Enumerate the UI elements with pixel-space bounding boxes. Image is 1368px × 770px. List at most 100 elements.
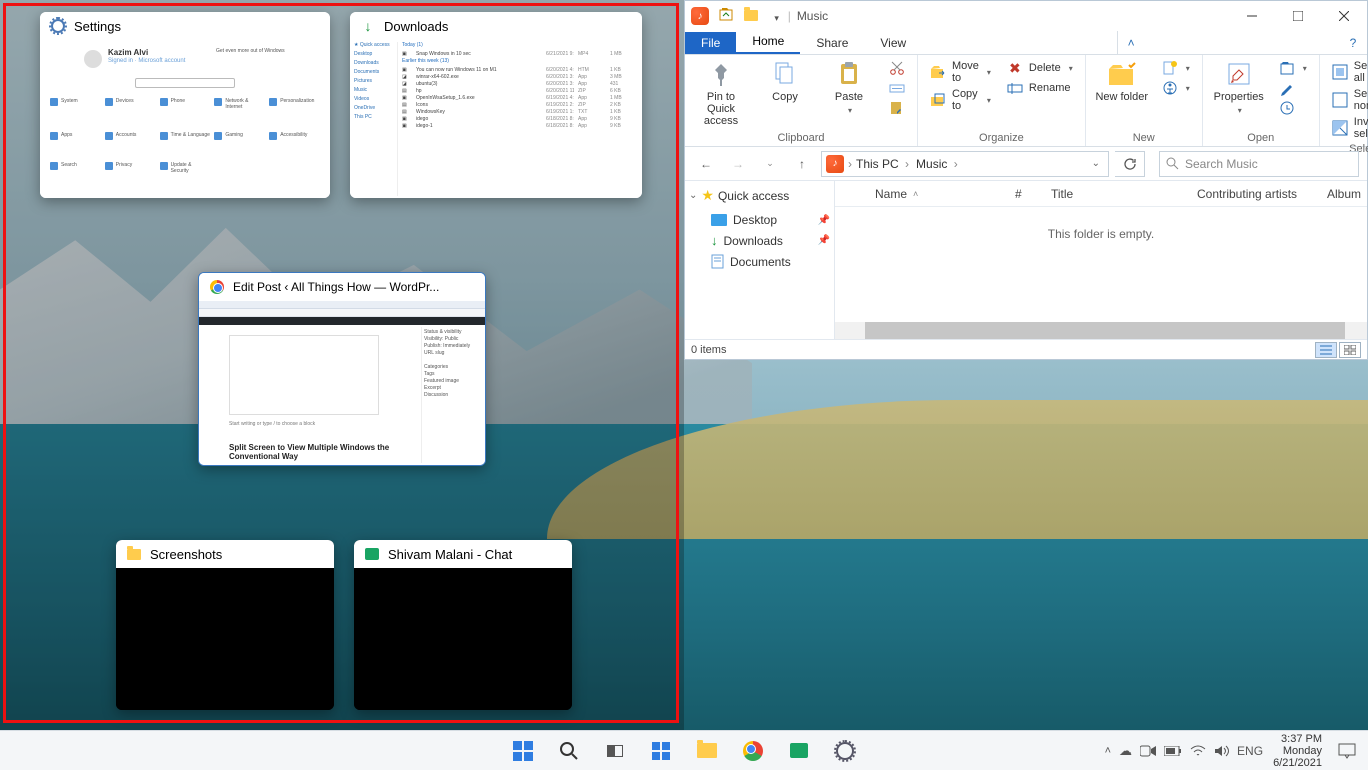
chrome-article-title: Split Screen to View Multiple Windows th… — [229, 443, 399, 461]
taskbar-clock[interactable]: 3:37 PM Monday 6/21/2021 — [1273, 733, 1322, 769]
rename-button[interactable]: Rename — [1003, 79, 1077, 97]
tree-item-downloads[interactable]: ↓Downloads📌 — [689, 230, 830, 251]
move-to-icon — [930, 64, 946, 80]
copy-path-icon — [889, 80, 905, 96]
nav-tree[interactable]: ⌄ ★ Quick access Desktop📌 ↓Downloads📌 Do… — [685, 181, 835, 339]
taskbar-chat[interactable] — [779, 731, 819, 770]
chat-icon — [364, 546, 380, 562]
col-album[interactable]: Album — [1317, 187, 1367, 201]
properties-button[interactable]: Properties▾ — [1211, 59, 1267, 117]
folder-icon — [126, 546, 142, 562]
tree-quick-access[interactable]: ⌄ ★ Quick access — [689, 187, 830, 204]
col-number[interactable]: # — [1005, 187, 1041, 201]
pin-icon — [706, 59, 736, 89]
action-center-button[interactable] — [1332, 743, 1362, 759]
refresh-button[interactable] — [1115, 151, 1145, 177]
select-none-button[interactable]: Select none — [1328, 87, 1368, 113]
onedrive-icon[interactable]: ☁ — [1119, 743, 1132, 759]
wifi-icon[interactable] — [1190, 745, 1206, 757]
history-button[interactable] — [1275, 99, 1311, 117]
maximize-button[interactable] — [1275, 1, 1321, 31]
tray-overflow-icon[interactable]: ˄ — [1105, 745, 1111, 757]
easy-access-button[interactable]: ▾ — [1158, 79, 1194, 97]
close-button[interactable] — [1321, 1, 1367, 31]
column-headers[interactable]: Name ˄ # Title Contributing artists Album — [835, 181, 1367, 207]
tab-home[interactable]: Home — [736, 30, 800, 54]
paste-button[interactable]: Paste▾ — [821, 59, 877, 117]
sort-asc-icon: ˄ — [913, 189, 918, 199]
battery-icon[interactable] — [1164, 746, 1182, 756]
snap-window-downloads[interactable]: ↓ Downloads ★ Quick accessDesktopDownloa… — [350, 12, 642, 198]
gear-icon — [836, 742, 854, 760]
tab-share[interactable]: Share — [800, 32, 864, 54]
snap-window-settings[interactable]: Settings Kazim Alvi Signed in · Microsof… — [40, 12, 330, 198]
volume-icon[interactable] — [1214, 744, 1229, 758]
qat-new-folder-button[interactable] — [740, 4, 762, 26]
snap-assist-overlay: Settings Kazim Alvi Signed in · Microsof… — [0, 0, 684, 730]
minimize-button[interactable] — [1229, 1, 1275, 31]
invert-selection-button[interactable]: Invert selection — [1328, 115, 1368, 141]
snap-window-screenshots[interactable]: Screenshots — [116, 540, 334, 710]
documents-icon — [711, 254, 724, 269]
start-button[interactable] — [503, 731, 543, 770]
qat-properties-button[interactable] — [715, 3, 737, 25]
snap-window-title: Shivam Malani - Chat — [388, 547, 512, 562]
col-title[interactable]: Title — [1041, 187, 1187, 201]
meet-now-icon[interactable] — [1140, 745, 1156, 757]
copy-to-button[interactable]: Copy to▾ — [926, 87, 995, 113]
snap-window-title: Edit Post ‹ All Things How — WordPr... — [233, 280, 439, 294]
cut-button[interactable] — [885, 59, 909, 77]
edit-button[interactable] — [1275, 79, 1311, 97]
move-to-button[interactable]: Move to▾ — [926, 59, 995, 85]
nav-recent-button[interactable]: ⌄ — [757, 151, 783, 177]
col-artists[interactable]: Contributing artists — [1187, 187, 1317, 201]
nav-up-button[interactable]: ↑ — [789, 151, 815, 177]
search-box[interactable]: Search Music — [1159, 151, 1359, 177]
breadcrumb-music[interactable]: Music — [916, 157, 961, 171]
settings-promo: Get even more out of Windows — [216, 48, 316, 70]
col-name[interactable]: Name — [875, 187, 907, 201]
view-large-icons-button[interactable] — [1339, 342, 1361, 358]
taskbar-search-button[interactable] — [549, 731, 589, 770]
desktop-icon — [711, 214, 727, 226]
address-dropdown[interactable]: ⌄ — [1088, 158, 1104, 169]
rename-icon — [1007, 80, 1023, 96]
task-view-button[interactable] — [595, 731, 635, 770]
history-icon — [1279, 100, 1295, 116]
pin-to-quick-access-button[interactable]: Pin to Quick access — [693, 59, 749, 127]
qat-customize-button[interactable]: ▾ — [766, 7, 788, 29]
tree-item-desktop[interactable]: Desktop📌 — [689, 210, 830, 230]
breadcrumb-this-pc[interactable]: This PC — [856, 157, 912, 171]
snap-window-chat[interactable]: Shivam Malani - Chat — [354, 540, 572, 710]
tree-item-documents[interactable]: Documents — [689, 251, 830, 272]
taskbar-settings[interactable] — [825, 731, 865, 770]
tab-view[interactable]: View — [864, 32, 922, 54]
taskbar-chrome[interactable] — [733, 731, 773, 770]
star-icon: ★ — [701, 187, 714, 204]
view-details-button[interactable] — [1315, 342, 1337, 358]
language-indicator[interactable]: ENG — [1237, 744, 1263, 758]
ribbon-collapse-button[interactable]: ˄ — [1117, 31, 1145, 54]
nav-back-button[interactable]: ← — [693, 151, 719, 177]
snap-window-chrome[interactable]: Edit Post ‹ All Things How — WordPr... S… — [198, 272, 486, 466]
copy-to-icon — [930, 92, 946, 108]
system-tray[interactable]: ˄ ☁ ENG — [1105, 743, 1263, 759]
select-all-button[interactable]: Select all — [1328, 59, 1368, 85]
new-item-button[interactable]: ▾ — [1158, 59, 1194, 77]
paste-shortcut-button[interactable] — [885, 99, 909, 117]
tab-file[interactable]: File — [685, 32, 736, 54]
new-folder-button[interactable]: New folder — [1094, 59, 1150, 103]
ribbon-help-button[interactable]: ? — [1339, 31, 1367, 54]
invert-selection-icon — [1332, 120, 1348, 136]
delete-button[interactable]: ✖Delete▾ — [1003, 59, 1077, 77]
open-button[interactable]: ▾ — [1275, 59, 1311, 77]
horizontal-scrollbar[interactable] — [835, 322, 1367, 339]
music-folder-icon: ♪ — [826, 155, 844, 173]
taskbar-file-explorer[interactable] — [687, 731, 727, 770]
widgets-button[interactable] — [641, 731, 681, 770]
copy-path-button[interactable] — [885, 79, 909, 97]
group-label-organize: Organize — [926, 130, 1077, 144]
address-bar[interactable]: ♪ › This PC Music ⌄ — [821, 151, 1109, 177]
nav-forward-button[interactable]: → — [725, 151, 751, 177]
copy-button[interactable]: Copy — [757, 59, 813, 103]
